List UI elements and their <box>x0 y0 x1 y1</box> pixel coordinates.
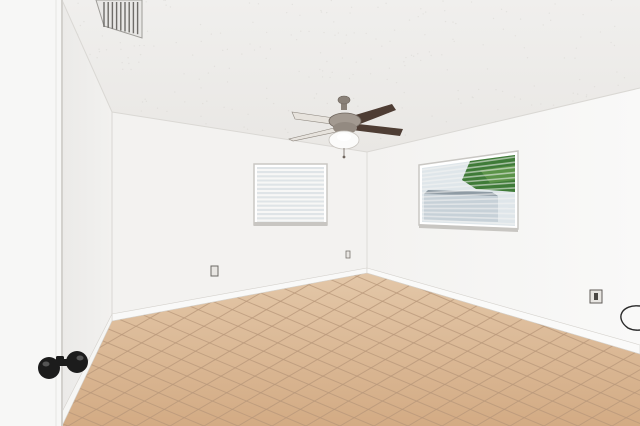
wall-outlet-back <box>210 265 219 277</box>
wall-outlet-back-small <box>345 250 351 259</box>
right-window <box>418 150 519 232</box>
back-window <box>253 163 328 226</box>
room-photo <box>0 0 640 426</box>
